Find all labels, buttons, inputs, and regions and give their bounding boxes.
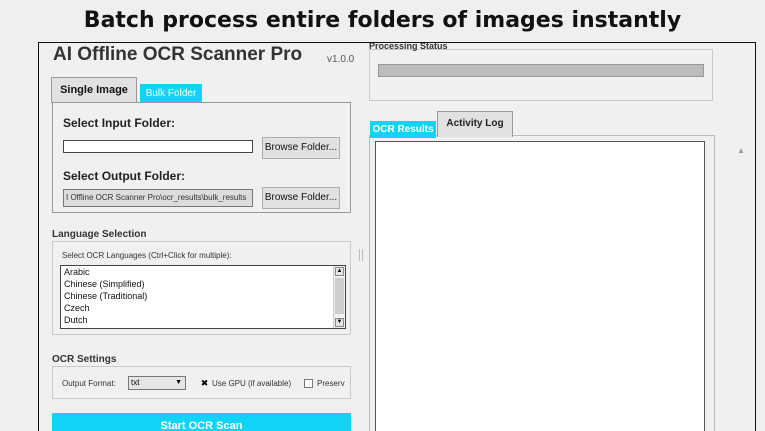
tab-activity-log[interactable]: Activity Log [437,111,513,137]
list-item[interactable]: Chinese (Simplified) [61,278,345,290]
pane-splitter-handle[interactable] [359,249,363,261]
language-hint: Select OCR Languages (Ctrl+Click for mul… [62,251,232,260]
input-folder-label: Select Input Folder: [63,116,176,130]
app-version: v1.0.0 [327,54,355,65]
use-gpu-checkbox[interactable]: ✖ [200,379,209,388]
ocr-results-textarea[interactable] [375,141,705,431]
output-folder-field[interactable]: I Offline OCR Scanner Pro\ocr_results\bu… [63,189,253,207]
tab-single-image[interactable]: Single Image [51,77,137,103]
browse-output-folder-button[interactable]: Browse Folder... [262,187,340,209]
output-format-select[interactable]: txt ▼ [128,376,186,390]
scroll-up-icon[interactable]: ▲ [737,146,745,155]
language-scrollbar[interactable]: ▲ ▼ [333,266,345,328]
scroll-down-icon[interactable]: ▼ [335,318,344,327]
use-gpu-label: Use GPU (if available) [212,379,292,388]
input-folder-field[interactable] [63,140,253,153]
processing-status-label: Processing Status [369,42,448,51]
output-format-value: txt [131,378,140,387]
output-folder-label: Select Output Folder: [63,169,186,183]
start-ocr-scan-button[interactable]: Start OCR Scan [52,413,351,431]
browse-input-folder-button[interactable]: Browse Folder... [262,137,340,159]
preserve-checkbox[interactable] [304,379,313,388]
app-title: AI Offline OCR Scanner Pro [53,44,303,65]
promo-headline: Batch process entire folders of images i… [83,8,682,33]
preserve-label: Preserv [317,379,345,388]
bulk-folder-panel: Select Input Folder: Browse Folder... Se… [52,102,351,213]
tab-ocr-results[interactable]: OCR Results [370,121,436,138]
list-item[interactable]: Arabic [61,266,345,278]
scroll-up-icon[interactable]: ▲ [335,267,344,276]
list-item[interactable]: Dutch [61,314,345,326]
list-item[interactable]: Czech [61,302,345,314]
tab-bulk-folder[interactable]: Bulk Folder [140,84,202,103]
output-format-label: Output Format: [62,379,116,388]
language-section-title: Language Selection [52,229,147,240]
processing-status-group [369,49,713,101]
chevron-down-icon: ▼ [175,379,182,386]
language-listbox[interactable]: Arabic Chinese (Simplified) Chinese (Tra… [60,265,346,329]
left-panel: AI Offline OCR Scanner Pro v1.0.0 Single… [39,43,355,431]
scroll-thumb[interactable] [335,278,344,314]
app-window: AI Offline OCR Scanner Pro v1.0.0 Single… [38,42,756,431]
list-item[interactable]: Chinese (Traditional) [61,290,345,302]
right-panel: Processing Status OCR Results Activity L… [369,43,755,431]
progress-bar [378,64,704,77]
ocr-settings-title: OCR Settings [52,354,117,365]
